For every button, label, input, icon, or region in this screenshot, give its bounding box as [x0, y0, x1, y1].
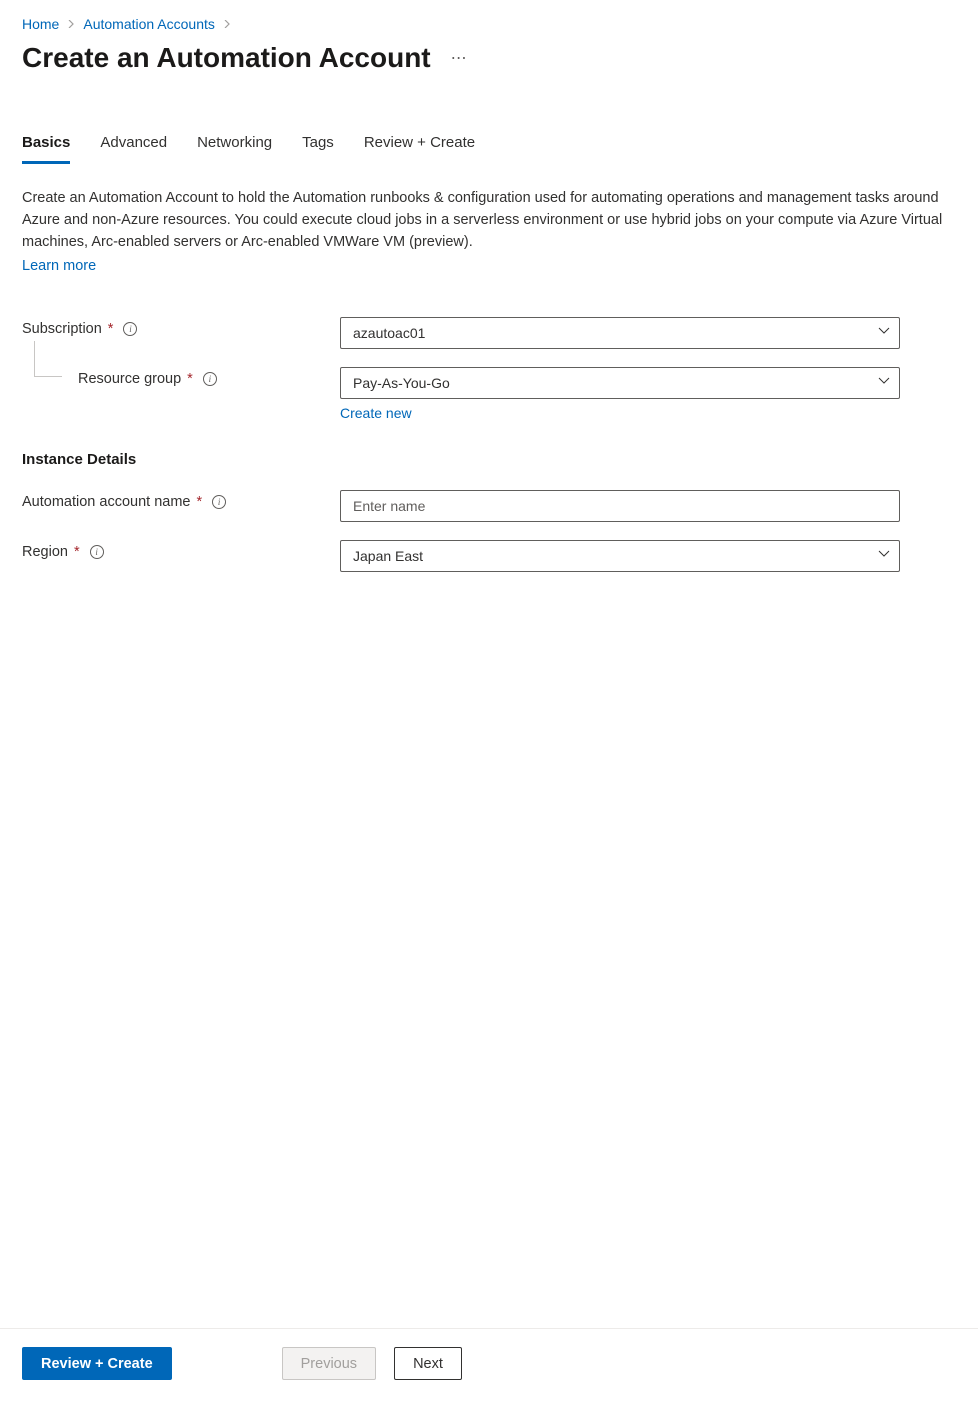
required-indicator: * — [74, 544, 80, 560]
chevron-right-icon — [67, 17, 75, 31]
resource-group-dropdown[interactable] — [340, 367, 900, 399]
required-indicator: * — [187, 371, 193, 387]
next-button[interactable]: Next — [394, 1347, 462, 1380]
info-icon[interactable]: i — [212, 495, 226, 509]
learn-more-link[interactable]: Learn more — [22, 258, 96, 274]
subscription-dropdown[interactable] — [340, 317, 900, 349]
required-indicator: * — [196, 494, 202, 510]
description-text: Create an Automation Account to hold the… — [22, 188, 950, 253]
info-icon[interactable]: i — [90, 545, 104, 559]
region-dropdown[interactable] — [340, 540, 900, 572]
subscription-label: Subscription — [22, 321, 102, 337]
footer: Review + Create Previous Next — [0, 1328, 978, 1408]
page-title: Create an Automation Account — [22, 42, 431, 74]
tab-tags[interactable]: Tags — [302, 134, 334, 164]
chevron-right-icon — [223, 17, 231, 31]
account-name-label: Automation account name — [22, 494, 190, 510]
tab-advanced[interactable]: Advanced — [100, 134, 167, 164]
breadcrumb-home[interactable]: Home — [22, 16, 59, 32]
account-name-input[interactable] — [340, 490, 900, 522]
create-new-link[interactable]: Create new — [340, 405, 412, 421]
breadcrumb: Home Automation Accounts — [22, 16, 950, 32]
info-icon[interactable]: i — [203, 372, 217, 386]
tabs: Basics Advanced Networking Tags Review +… — [22, 134, 950, 164]
review-create-button[interactable]: Review + Create — [22, 1347, 172, 1380]
tab-review-create[interactable]: Review + Create — [364, 134, 475, 164]
tab-basics[interactable]: Basics — [22, 134, 70, 164]
info-icon[interactable]: i — [123, 322, 137, 336]
breadcrumb-automation-accounts[interactable]: Automation Accounts — [83, 16, 215, 32]
indent-line — [34, 341, 62, 377]
tab-networking[interactable]: Networking — [197, 134, 272, 164]
instance-details-header: Instance Details — [22, 451, 950, 468]
region-label: Region — [22, 544, 68, 560]
required-indicator: * — [108, 321, 114, 337]
previous-button: Previous — [282, 1347, 376, 1380]
more-actions-icon[interactable]: ⋯ — [451, 48, 468, 68]
resource-group-label: Resource group — [78, 371, 181, 387]
